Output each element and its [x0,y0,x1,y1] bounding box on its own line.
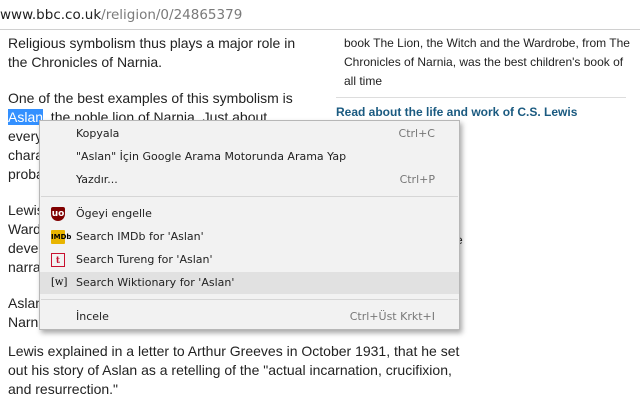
sidebar-divider [336,97,626,98]
menu-item-label: Search Wiktionary for 'Aslan' [76,276,235,289]
tureng-icon: t [51,253,65,267]
selected-text[interactable]: Aslan [8,109,44,125]
menu-separator [41,196,458,197]
article-paragraph-1: Religious symbolism thus plays a major r… [8,35,296,70]
ublock-icon: uo [51,207,65,221]
menu-item-inspect[interactable]: İncele Ctrl+Üst Krkt+I [40,306,459,328]
wiktionary-icon: [w] [51,277,68,288]
context-menu: Kopyala Ctrl+C "Aslan" İçin Google Arama… [39,120,460,330]
menu-item-block-element[interactable]: uo Ögeyi engelle [40,203,459,225]
menu-item-google-search[interactable]: "Aslan" İçin Google Arama Motorunda Aram… [40,146,459,168]
menu-item-label: "Aslan" İçin Google Arama Motorunda Aram… [76,150,347,163]
paragraph-2-line-4: chara [8,147,44,163]
menu-item-shortcut: Ctrl+P [399,173,435,186]
menu-item-label: Ögeyi engelle [76,207,152,220]
article-paragraph-5-container: Lewis explained in a letter to Arthur Gr… [8,342,478,399]
menu-separator [41,299,458,300]
menu-item-print[interactable]: Yazdır... Ctrl+P [40,169,459,191]
menu-item-label: Kopyala [76,127,120,140]
menu-item-search-wiktionary[interactable]: [w] Search Wiktionary for 'Aslan' [40,272,459,294]
menu-item-copy[interactable]: Kopyala Ctrl+C [40,123,459,145]
paragraph-3-line-2: Ward [8,221,41,237]
menu-item-label: İncele [76,310,109,323]
url-path: /religion/0/24865379 [101,7,243,23]
menu-item-search-imdb[interactable]: IMDb Search IMDb for 'Aslan' [40,226,459,248]
paragraph-3-line-3: deve [8,240,39,256]
paragraph-2-lead: One of the best examples of this symboli… [8,90,293,106]
paragraph-2-line-3: every [8,128,43,144]
article-paragraph-5: Lewis explained in a letter to Arthur Gr… [8,343,460,397]
url-host: www.bbc.co.uk [0,7,102,23]
imdb-icon: IMDb [51,230,71,244]
paragraph-4-line-2: Narn [8,314,39,330]
sidebar-link-cs-lewis[interactable]: Read about the life and work of C.S. Lew… [336,105,577,119]
paragraph-4-line-1: Aslan [8,295,44,311]
menu-item-shortcut: Ctrl+Üst Krkt+I [349,310,435,323]
address-bar[interactable]: www.bbc.co.uk/religion/0/24865379 [0,0,640,30]
sidebar-text: book The Lion, the Witch and the Wardrob… [344,36,630,88]
menu-item-shortcut: Ctrl+C [398,127,435,140]
menu-item-label: Search Tureng for 'Aslan' [76,253,213,266]
menu-item-search-tureng[interactable]: t Search Tureng for 'Aslan' [40,249,459,271]
menu-item-label: Yazdır... [76,173,118,186]
paragraph-3-line-4: narra [8,259,41,275]
menu-item-label: Search IMDb for 'Aslan' [76,230,204,243]
